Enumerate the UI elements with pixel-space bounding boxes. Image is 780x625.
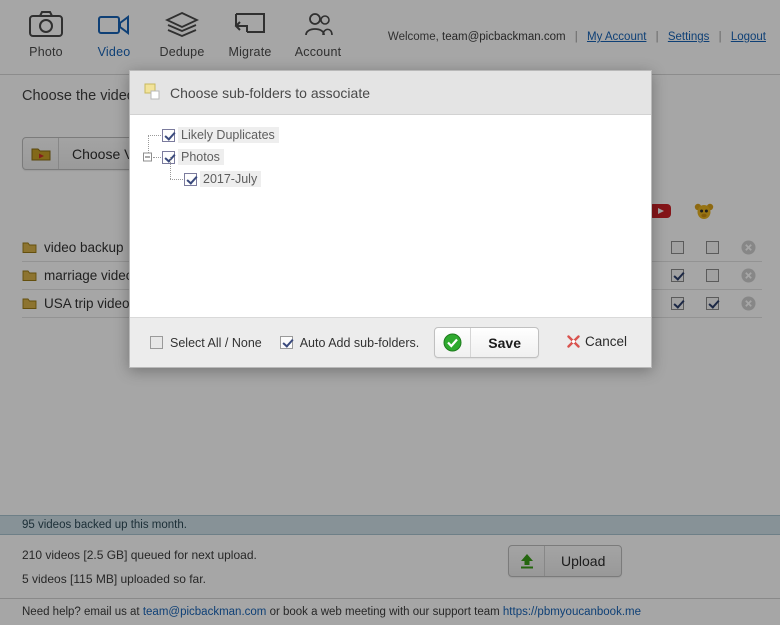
folders-icon [144,83,170,103]
tree-label: Likely Duplicates [178,127,279,143]
dialog-body: Likely Duplicates Photos 2017-July [130,116,651,322]
dialog-title: Choose sub-folders to associate [170,84,370,101]
dialog-footer: Select All / None Auto Add sub-folders. … [130,317,651,367]
cancel-button-label: Cancel [584,334,627,349]
cancel-button[interactable]: Cancel [567,334,627,349]
tree-connector [144,124,162,146]
subfolder-tree: Likely Duplicates Photos 2017-July [143,124,651,190]
save-button[interactable]: Save [434,327,539,358]
auto-add-checkbox-row[interactable]: Auto Add sub-folders. [279,335,420,350]
tree-connector [166,157,184,190]
save-button-label: Save [488,334,521,351]
tree-node-likely-duplicates[interactable]: Likely Duplicates [144,124,651,146]
tree-node-2017-july[interactable]: 2017-July [166,157,651,190]
tree-checkbox-photos[interactable] [162,150,175,164]
auto-add-checkbox[interactable] [279,336,293,349]
tree-node-photos[interactable]: Photos [143,135,651,168]
tree-label: Photos [178,149,224,165]
green-check-icon [435,328,472,357]
tree-label: 2017-July [200,171,262,187]
choose-subfolders-dialog: Choose sub-folders to associate Likely D… [129,70,652,368]
dialog-header: Choose sub-folders to associate [130,71,651,115]
red-x-icon [567,335,580,348]
tree-connector [143,135,162,168]
select-all-checkbox[interactable] [150,336,163,349]
select-all-label: Select All / None [170,335,262,350]
tree-expander-photos[interactable] [143,152,152,162]
auto-add-label: Auto Add sub-folders. [299,335,420,350]
tree-checkbox-likely-duplicates[interactable] [162,128,175,142]
tree-checkbox-2017-july[interactable] [184,172,197,186]
select-all-checkbox-row[interactable]: Select All / None [150,336,262,350]
